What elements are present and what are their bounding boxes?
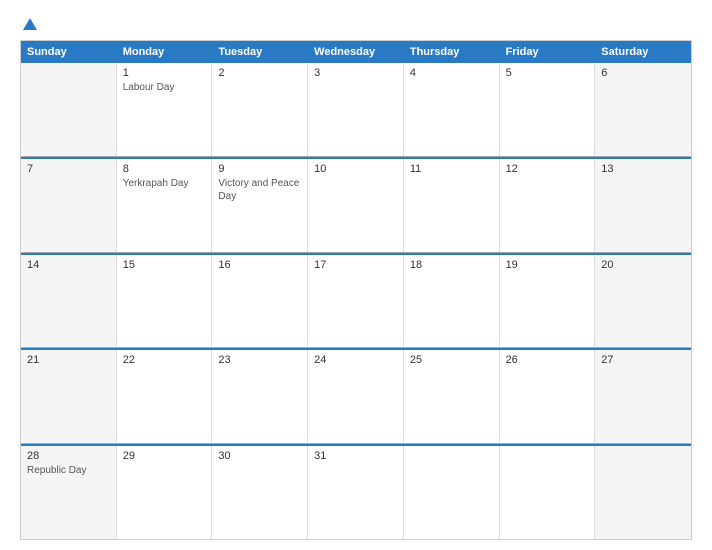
cal-cell (595, 446, 691, 539)
holiday-label: Labour Day (123, 82, 175, 93)
day-number: 12 (506, 163, 589, 175)
day-number: 21 (27, 354, 110, 366)
day-number: 3 (314, 67, 397, 79)
cal-cell: 2 (212, 63, 308, 156)
header-day-wednesday: Wednesday (308, 41, 404, 63)
day-number: 4 (410, 67, 493, 79)
cal-cell: 30 (212, 446, 308, 539)
day-number: 20 (601, 259, 685, 271)
cal-cell: 9 Victory and Peace Day (212, 159, 308, 252)
cal-cell: 22 (117, 350, 213, 443)
day-number: 29 (123, 450, 206, 462)
calendar: SundayMondayTuesdayWednesdayThursdayFrid… (20, 40, 692, 540)
cal-cell: 15 (117, 255, 213, 348)
cal-cell: 7 (21, 159, 117, 252)
holiday-label: Yerkrapah Day (123, 178, 189, 189)
header-day-friday: Friday (500, 41, 596, 63)
cal-cell: 4 (404, 63, 500, 156)
cal-cell: 25 (404, 350, 500, 443)
holiday-label: Republic Day (27, 465, 86, 476)
header-day-thursday: Thursday (404, 41, 500, 63)
cal-cell: 31 (308, 446, 404, 539)
cal-cell: 27 (595, 350, 691, 443)
day-number: 5 (506, 67, 589, 79)
day-number: 18 (410, 259, 493, 271)
day-number: 22 (123, 354, 206, 366)
logo (20, 18, 37, 30)
cal-cell: 28 Republic Day (21, 446, 117, 539)
day-number: 13 (601, 163, 685, 175)
calendar-week-3: 14 15 16 17 18 19 20 (21, 253, 691, 349)
day-number: 17 (314, 259, 397, 271)
day-number: 23 (218, 354, 301, 366)
day-number: 9 (218, 163, 301, 175)
day-number: 26 (506, 354, 589, 366)
cal-cell: 13 (595, 159, 691, 252)
cal-cell: 1 Labour Day (117, 63, 213, 156)
day-number: 27 (601, 354, 685, 366)
logo-triangle-icon (23, 18, 37, 30)
cal-cell: 29 (117, 446, 213, 539)
day-number: 14 (27, 259, 110, 271)
cal-cell (404, 446, 500, 539)
cal-cell: 16 (212, 255, 308, 348)
logo-blue-text (20, 18, 37, 30)
day-number: 10 (314, 163, 397, 175)
calendar-week-1: 1 Labour Day 2 3 4 56 (21, 63, 691, 157)
cal-cell: 5 (500, 63, 596, 156)
cal-cell: 26 (500, 350, 596, 443)
day-number: 7 (27, 163, 110, 175)
calendar-week-4: 21 22 23 24 25 26 27 (21, 348, 691, 444)
day-number: 16 (218, 259, 301, 271)
cal-cell: 17 (308, 255, 404, 348)
cal-cell: 6 (595, 63, 691, 156)
header-day-saturday: Saturday (595, 41, 691, 63)
day-number: 28 (27, 450, 110, 462)
header-day-sunday: Sunday (21, 41, 117, 63)
cal-cell (500, 446, 596, 539)
day-number: 25 (410, 354, 493, 366)
cal-cell: 12 (500, 159, 596, 252)
header-day-tuesday: Tuesday (212, 41, 308, 63)
cal-cell: 24 (308, 350, 404, 443)
cal-cell: 21 (21, 350, 117, 443)
day-number: 31 (314, 450, 397, 462)
day-number: 30 (218, 450, 301, 462)
day-number: 15 (123, 259, 206, 271)
header-day-monday: Monday (117, 41, 213, 63)
day-number: 1 (123, 67, 206, 79)
holiday-label: Victory and Peace Day (218, 178, 299, 202)
header (20, 18, 692, 30)
day-number: 6 (601, 67, 685, 79)
cal-cell: 14 (21, 255, 117, 348)
cal-cell: 19 (500, 255, 596, 348)
day-number: 2 (218, 67, 301, 79)
cal-cell: 8 Yerkrapah Day (117, 159, 213, 252)
day-number: 8 (123, 163, 206, 175)
day-number: 24 (314, 354, 397, 366)
cal-cell: 3 (308, 63, 404, 156)
day-number: 19 (506, 259, 589, 271)
calendar-week-2: 7 8 Yerkrapah Day 9 Victory and Peace Day 10 1… (21, 157, 691, 253)
cal-cell: 11 (404, 159, 500, 252)
page: SundayMondayTuesdayWednesdayThursdayFrid… (0, 0, 712, 550)
calendar-body: 1Labour Day2345678Yerkrapah Day9Victory … (21, 63, 691, 539)
cal-cell: 18 (404, 255, 500, 348)
day-number: 11 (410, 163, 493, 175)
cal-cell (21, 63, 117, 156)
cal-cell: 23 (212, 350, 308, 443)
cal-cell: 20 (595, 255, 691, 348)
calendar-week-5: 28 Republic Day 29 30 31 (21, 444, 691, 539)
calendar-header: SundayMondayTuesdayWednesdayThursdayFrid… (21, 41, 691, 63)
cal-cell: 10 (308, 159, 404, 252)
